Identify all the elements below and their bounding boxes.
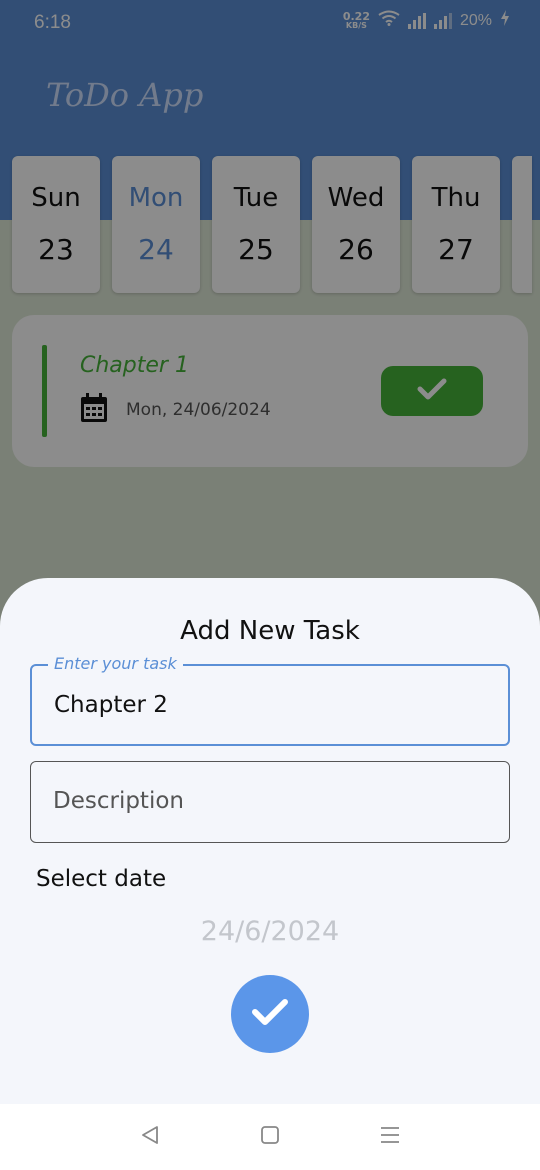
add-task-sheet: Add New Task Enter your task Select date…	[0, 578, 540, 1104]
home-button[interactable]	[250, 1117, 290, 1157]
sheet-title: Add New Task	[180, 616, 360, 646]
menu-icon	[379, 1125, 401, 1149]
task-input[interactable]	[54, 692, 484, 718]
description-input[interactable]	[53, 788, 483, 814]
date-picker-value[interactable]: 24/6/2024	[0, 916, 540, 947]
back-button[interactable]	[130, 1117, 170, 1157]
select-date-label: Select date	[36, 866, 167, 892]
task-field-label: Enter your task	[48, 654, 183, 673]
task-field[interactable]: Enter your task	[30, 654, 510, 746]
check-icon	[251, 997, 289, 1031]
description-field[interactable]	[30, 761, 510, 843]
submit-task-button[interactable]	[231, 975, 309, 1053]
system-nav-bar	[0, 1104, 540, 1170]
recents-button[interactable]	[370, 1117, 410, 1157]
back-icon	[140, 1125, 160, 1149]
home-icon	[260, 1125, 280, 1149]
